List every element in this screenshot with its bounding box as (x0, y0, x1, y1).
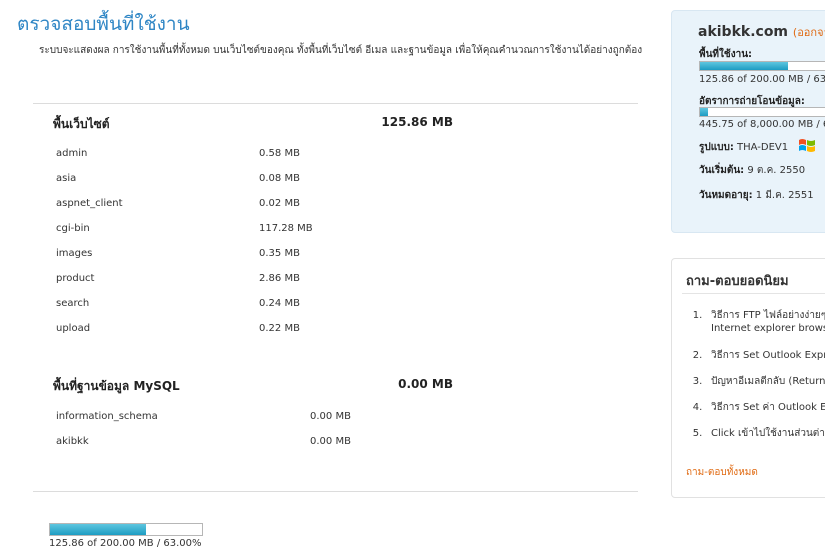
main-content: ตรวจสอบพื้นที่ใช้งาน ระบบจะแสดงผล การใช้… (0, 0, 660, 554)
folder-size: 117.28 MB (259, 223, 313, 234)
usage-caption: 125.86 of 200.00 MB / 63.00% (49, 538, 202, 549)
web-folder-row: images 0.35 MB (56, 248, 300, 259)
intro-text: ระบบจะแสดงผล การใช้งานพื้นที่ทั้งหมด บนเ… (39, 45, 643, 56)
platform-value: THA-DEV1 (737, 142, 789, 153)
faq-item-link[interactable]: วิธีการ FTP ไฟล์อย่างง่ายๆ (711, 310, 825, 321)
faq-title: ถาม-ตอบยอดนิยม (686, 274, 789, 289)
folder-name: images (56, 248, 93, 259)
expire-date-value: 1 มี.ค. 2551 (755, 190, 814, 201)
account-info-panel: akibkk.com (ออกจาก พื้นที่ใช้งาน: 125.86… (671, 10, 825, 233)
platform-row: รูปแบบ: THA-DEV1 (699, 140, 788, 155)
web-space-total: 125.86 MB (381, 115, 453, 129)
faq-item-link[interactable]: ปัญหาอีเมลตีกลับ (Return (711, 376, 825, 387)
web-space-heading: พื้นเว็บไซต์ (53, 117, 110, 131)
faq-item-link[interactable]: วิธีการ Set ค่า Outlook Ex (711, 402, 825, 413)
folder-size: 0.35 MB (259, 248, 300, 259)
start-date-value: 9 ต.ค. 2550 (747, 165, 806, 176)
database-size: 0.00 MB (310, 436, 351, 447)
space-progress-bar (699, 61, 825, 71)
domain-name: akibkk.com (698, 24, 789, 40)
mysql-space-heading: พื้นที่ฐานข้อมูล MySQL (53, 379, 180, 393)
faq-all-link[interactable]: ถาม-ตอบทั้งหมด (686, 465, 758, 480)
folder-size: 0.22 MB (259, 323, 300, 334)
web-folder-row: upload 0.22 MB (56, 323, 300, 334)
database-row: information_schema 0.00 MB (56, 411, 351, 422)
space-label: พื้นที่ใช้งาน: (699, 49, 753, 60)
web-folder-row: admin 0.58 MB (56, 148, 300, 159)
folder-name: admin (56, 148, 88, 159)
divider (33, 103, 638, 104)
transfer-progress-fill (700, 108, 708, 116)
folder-size: 0.08 MB (259, 173, 300, 184)
faq-item-number: 1. (692, 310, 703, 321)
folder-name: cgi-bin (56, 223, 90, 234)
mysql-space-total: 0.00 MB (398, 377, 453, 391)
divider (33, 491, 638, 492)
faq-item[interactable]: 3. ปัญหาอีเมลตีกลับ (Return (684, 375, 825, 388)
folder-name: search (56, 298, 90, 309)
usage-progress-fill (50, 524, 146, 535)
divider (682, 293, 825, 294)
web-folder-row: product 2.86 MB (56, 273, 300, 284)
start-date-label: วันเริ่มต้น: (699, 165, 745, 176)
space-usage-text: 125.86 of 200.00 MB / 63. (699, 74, 825, 85)
expire-date-row: วันหมดอายุ: 1 มี.ค. 2551 (699, 188, 814, 203)
faq-item-number: 2. (692, 350, 703, 361)
database-name: akibkk (56, 436, 89, 447)
folder-name: product (56, 273, 95, 284)
usage-progress-bar (49, 523, 203, 536)
database-size: 0.00 MB (310, 411, 351, 422)
database-row: akibkk 0.00 MB (56, 436, 351, 447)
faq-item[interactable]: 5. Click เข้าไปใช้งานส่วนต่าง (684, 427, 825, 440)
platform-label: รูปแบบ: (699, 142, 734, 153)
database-name: information_schema (56, 411, 158, 422)
web-folder-row: search 0.24 MB (56, 298, 300, 309)
faq-item-link[interactable]: วิธีการ Set Outlook Expre (711, 350, 825, 361)
page-title: ตรวจสอบพื้นที่ใช้งาน (17, 13, 190, 35)
folder-size: 0.02 MB (259, 198, 300, 209)
web-folder-row: aspnet_client 0.02 MB (56, 198, 300, 209)
faq-item-link-continued[interactable]: Internet explorer brows (684, 322, 825, 335)
faq-item-number: 5. (692, 428, 703, 439)
folder-size: 0.58 MB (259, 148, 300, 159)
web-folder-row: cgi-bin 117.28 MB (56, 223, 313, 234)
account-domain: akibkk.com (ออกจาก (698, 23, 825, 41)
faq-item[interactable]: 2. วิธีการ Set Outlook Expre (684, 349, 825, 362)
folder-name: aspnet_client (56, 198, 123, 209)
faq-item-link[interactable]: Click เข้าไปใช้งานส่วนต่าง (711, 428, 825, 439)
web-folder-row: asia 0.08 MB (56, 173, 300, 184)
faq-item-number: 3. (692, 376, 703, 387)
transfer-usage-text: 445.75 of 8,000.00 MB / 6 (699, 119, 825, 130)
folder-name: upload (56, 323, 91, 334)
folder-size: 0.24 MB (259, 298, 300, 309)
faq-panel: ถาม-ตอบยอดนิยม 1. วิธีการ FTP ไฟล์อย่างง่… (671, 258, 825, 498)
transfer-progress-bar (699, 107, 825, 117)
folder-size: 2.86 MB (259, 273, 300, 284)
space-progress-fill (700, 62, 789, 70)
faq-item[interactable]: 4. วิธีการ Set ค่า Outlook Ex (684, 401, 825, 414)
expire-date-label: วันหมดอายุ: (699, 190, 753, 201)
windows-logo-icon (799, 139, 815, 152)
start-date-row: วันเริ่มต้น: 9 ต.ค. 2550 (699, 163, 805, 178)
folder-name: asia (56, 173, 77, 184)
faq-item-number: 4. (692, 402, 703, 413)
logout-link[interactable]: (ออกจาก (793, 26, 825, 39)
faq-item[interactable]: 1. วิธีการ FTP ไฟล์อย่างง่ายๆ Internet ex… (684, 309, 825, 335)
